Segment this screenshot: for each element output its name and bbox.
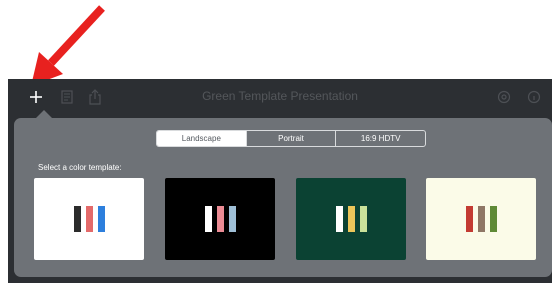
tab-16-9-hdtv[interactable]: 16:9 HDTV	[336, 131, 425, 146]
document-title: Green Template Presentation	[202, 89, 358, 103]
document-icon[interactable]	[57, 87, 77, 107]
template-white-swatch-3	[97, 206, 105, 232]
app-window: Green Template Presentation Landscape Po…	[8, 79, 552, 283]
template-cream-swatch-3	[489, 206, 497, 232]
plus-icon[interactable]	[26, 87, 46, 107]
toolbar: Green Template Presentation	[8, 79, 552, 115]
template-cream[interactable]	[426, 178, 536, 260]
template-black-swatch-2	[216, 206, 224, 232]
template-dark-green-swatch-1	[335, 206, 343, 232]
tab-landscape[interactable]: Landscape	[157, 131, 247, 146]
template-cream-swatch-2	[477, 206, 485, 232]
new-presentation-popover: Landscape Portrait 16:9 HDTV Select a co…	[14, 118, 552, 277]
template-black[interactable]	[165, 178, 275, 260]
settings-icon[interactable]	[494, 87, 514, 107]
template-dark-green[interactable]	[296, 178, 406, 260]
template-cream-swatch-1	[465, 206, 473, 232]
template-white-swatch-2	[85, 206, 93, 232]
template-prompt: Select a color template:	[38, 163, 122, 172]
share-icon[interactable]	[85, 87, 105, 107]
template-black-swatch-1	[204, 206, 212, 232]
template-white[interactable]	[34, 178, 144, 260]
orientation-segmented-control: Landscape Portrait 16:9 HDTV	[156, 130, 426, 147]
template-dark-green-swatch-2	[347, 206, 355, 232]
template-dark-green-swatch-3	[359, 206, 367, 232]
tab-portrait[interactable]: Portrait	[247, 131, 337, 146]
info-icon[interactable]	[524, 87, 544, 107]
screenshot-stage: Green Template Presentation Landscape Po…	[0, 0, 552, 283]
template-black-swatch-3	[228, 206, 236, 232]
template-white-swatch-1	[73, 206, 81, 232]
